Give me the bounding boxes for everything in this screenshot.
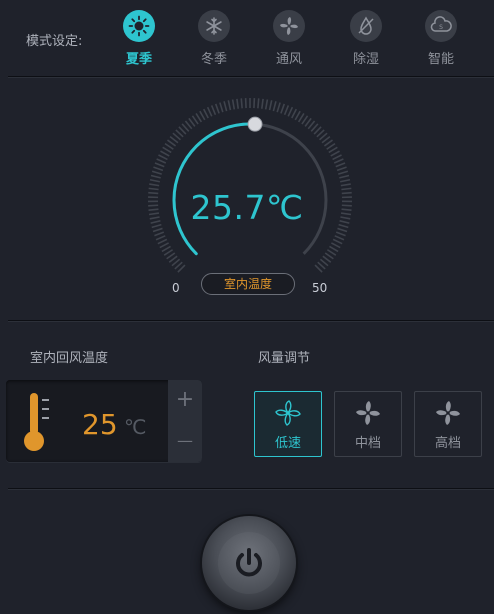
dial-tick [330, 150, 340, 157]
dial-tick [159, 242, 170, 249]
dial-tick [326, 142, 336, 150]
dial-tick [231, 99, 236, 110]
dial-tick [291, 108, 298, 119]
dial-max-label: 50 [312, 281, 328, 295]
dial-tick [219, 102, 224, 113]
dial-tick [155, 235, 166, 241]
dial-tick [199, 110, 206, 121]
thermometer-icon [24, 393, 49, 451]
power-icon [236, 548, 262, 577]
dial-tick [334, 235, 345, 241]
dial-tick [156, 158, 167, 164]
dial-tick [160, 150, 170, 157]
indoor-temperature-badge: 室内温度 [201, 273, 295, 295]
dial-tick [240, 98, 243, 109]
dial-tick [214, 103, 220, 114]
dial-tick [280, 103, 286, 114]
return-air-title: 室内回风温度 [30, 351, 109, 366]
dial-tick [297, 112, 305, 123]
fan-speed-high-button[interactable]: 高档 [414, 391, 482, 457]
fan-speed-medium-button[interactable]: 中档 [334, 391, 402, 457]
dial-tick [223, 101, 228, 112]
dial-tick [264, 99, 269, 110]
dial-tick [210, 105, 217, 116]
fan-speed-high-label: 高档 [434, 436, 461, 451]
fan-icon [275, 400, 301, 426]
dial-tick [272, 101, 277, 112]
dial-tick [340, 183, 351, 187]
dial-tick [158, 154, 168, 161]
dial-tick [330, 242, 341, 249]
divider [8, 488, 494, 489]
fan-speed-medium-label: 中档 [354, 436, 381, 451]
decrease-button[interactable]: — [168, 421, 202, 462]
power-button[interactable] [202, 516, 296, 610]
dial-tick [294, 110, 301, 121]
dial-min-label: 0 [172, 281, 180, 295]
dial-tick [324, 252, 334, 260]
dial-tick [152, 227, 163, 233]
return-air-value: 25 [82, 408, 118, 441]
dial-tick [162, 146, 172, 154]
dial-tick [151, 170, 162, 175]
dial-tick [166, 252, 176, 260]
dial-tick [338, 170, 349, 175]
dial-tick [276, 102, 281, 113]
dial-tick [149, 178, 160, 183]
temperature-dial[interactable] [0, 0, 494, 320]
dial-tick [283, 105, 290, 116]
dial-tick [260, 98, 264, 109]
power-button-face [218, 532, 280, 594]
dial-tick [206, 106, 213, 117]
dial-tick [332, 154, 342, 161]
dial-tick [333, 158, 344, 164]
dial-tick [154, 231, 165, 237]
dial-tick [195, 112, 203, 123]
indoor-temperature-value: 25.7℃ [190, 188, 304, 227]
fan-icon [436, 401, 460, 425]
dial-tick [301, 115, 309, 125]
dial-tick [164, 142, 174, 150]
dial-tick [227, 100, 232, 111]
dial-tick [157, 238, 168, 245]
dial-tick [236, 98, 240, 109]
return-air-stepper: + — [168, 380, 202, 462]
return-air-unit: ℃ [124, 415, 147, 439]
dial-tick [339, 174, 350, 179]
dial-tick [191, 115, 199, 125]
fan-speed-low-button[interactable]: 低速 [254, 391, 322, 457]
dial-tick [340, 178, 351, 183]
dial-tick [287, 106, 294, 117]
dial-tick [149, 183, 160, 187]
dial-tick [329, 245, 339, 253]
dial-tick [332, 238, 343, 245]
dial-tick [163, 249, 174, 256]
fan-speed-low-label: 低速 [274, 436, 301, 451]
dial-tick [268, 100, 273, 111]
fan-speed-title: 风量调节 [258, 351, 311, 366]
dial-tick [257, 98, 260, 109]
dial-tick [161, 245, 171, 253]
dial-tick [335, 231, 346, 237]
dial-tick [154, 162, 165, 168]
fan-icon [356, 401, 380, 425]
dial-tick [328, 146, 338, 154]
dial-knob[interactable] [247, 116, 263, 132]
dial-tick [335, 162, 346, 168]
divider [8, 320, 494, 321]
dial-tick [202, 108, 209, 119]
dial-tick [326, 249, 337, 256]
dial-tick [336, 166, 347, 172]
dial-tick [337, 227, 348, 233]
increase-button[interactable]: + [168, 380, 202, 421]
dial-tick [153, 166, 164, 172]
dial-tick [150, 174, 161, 179]
